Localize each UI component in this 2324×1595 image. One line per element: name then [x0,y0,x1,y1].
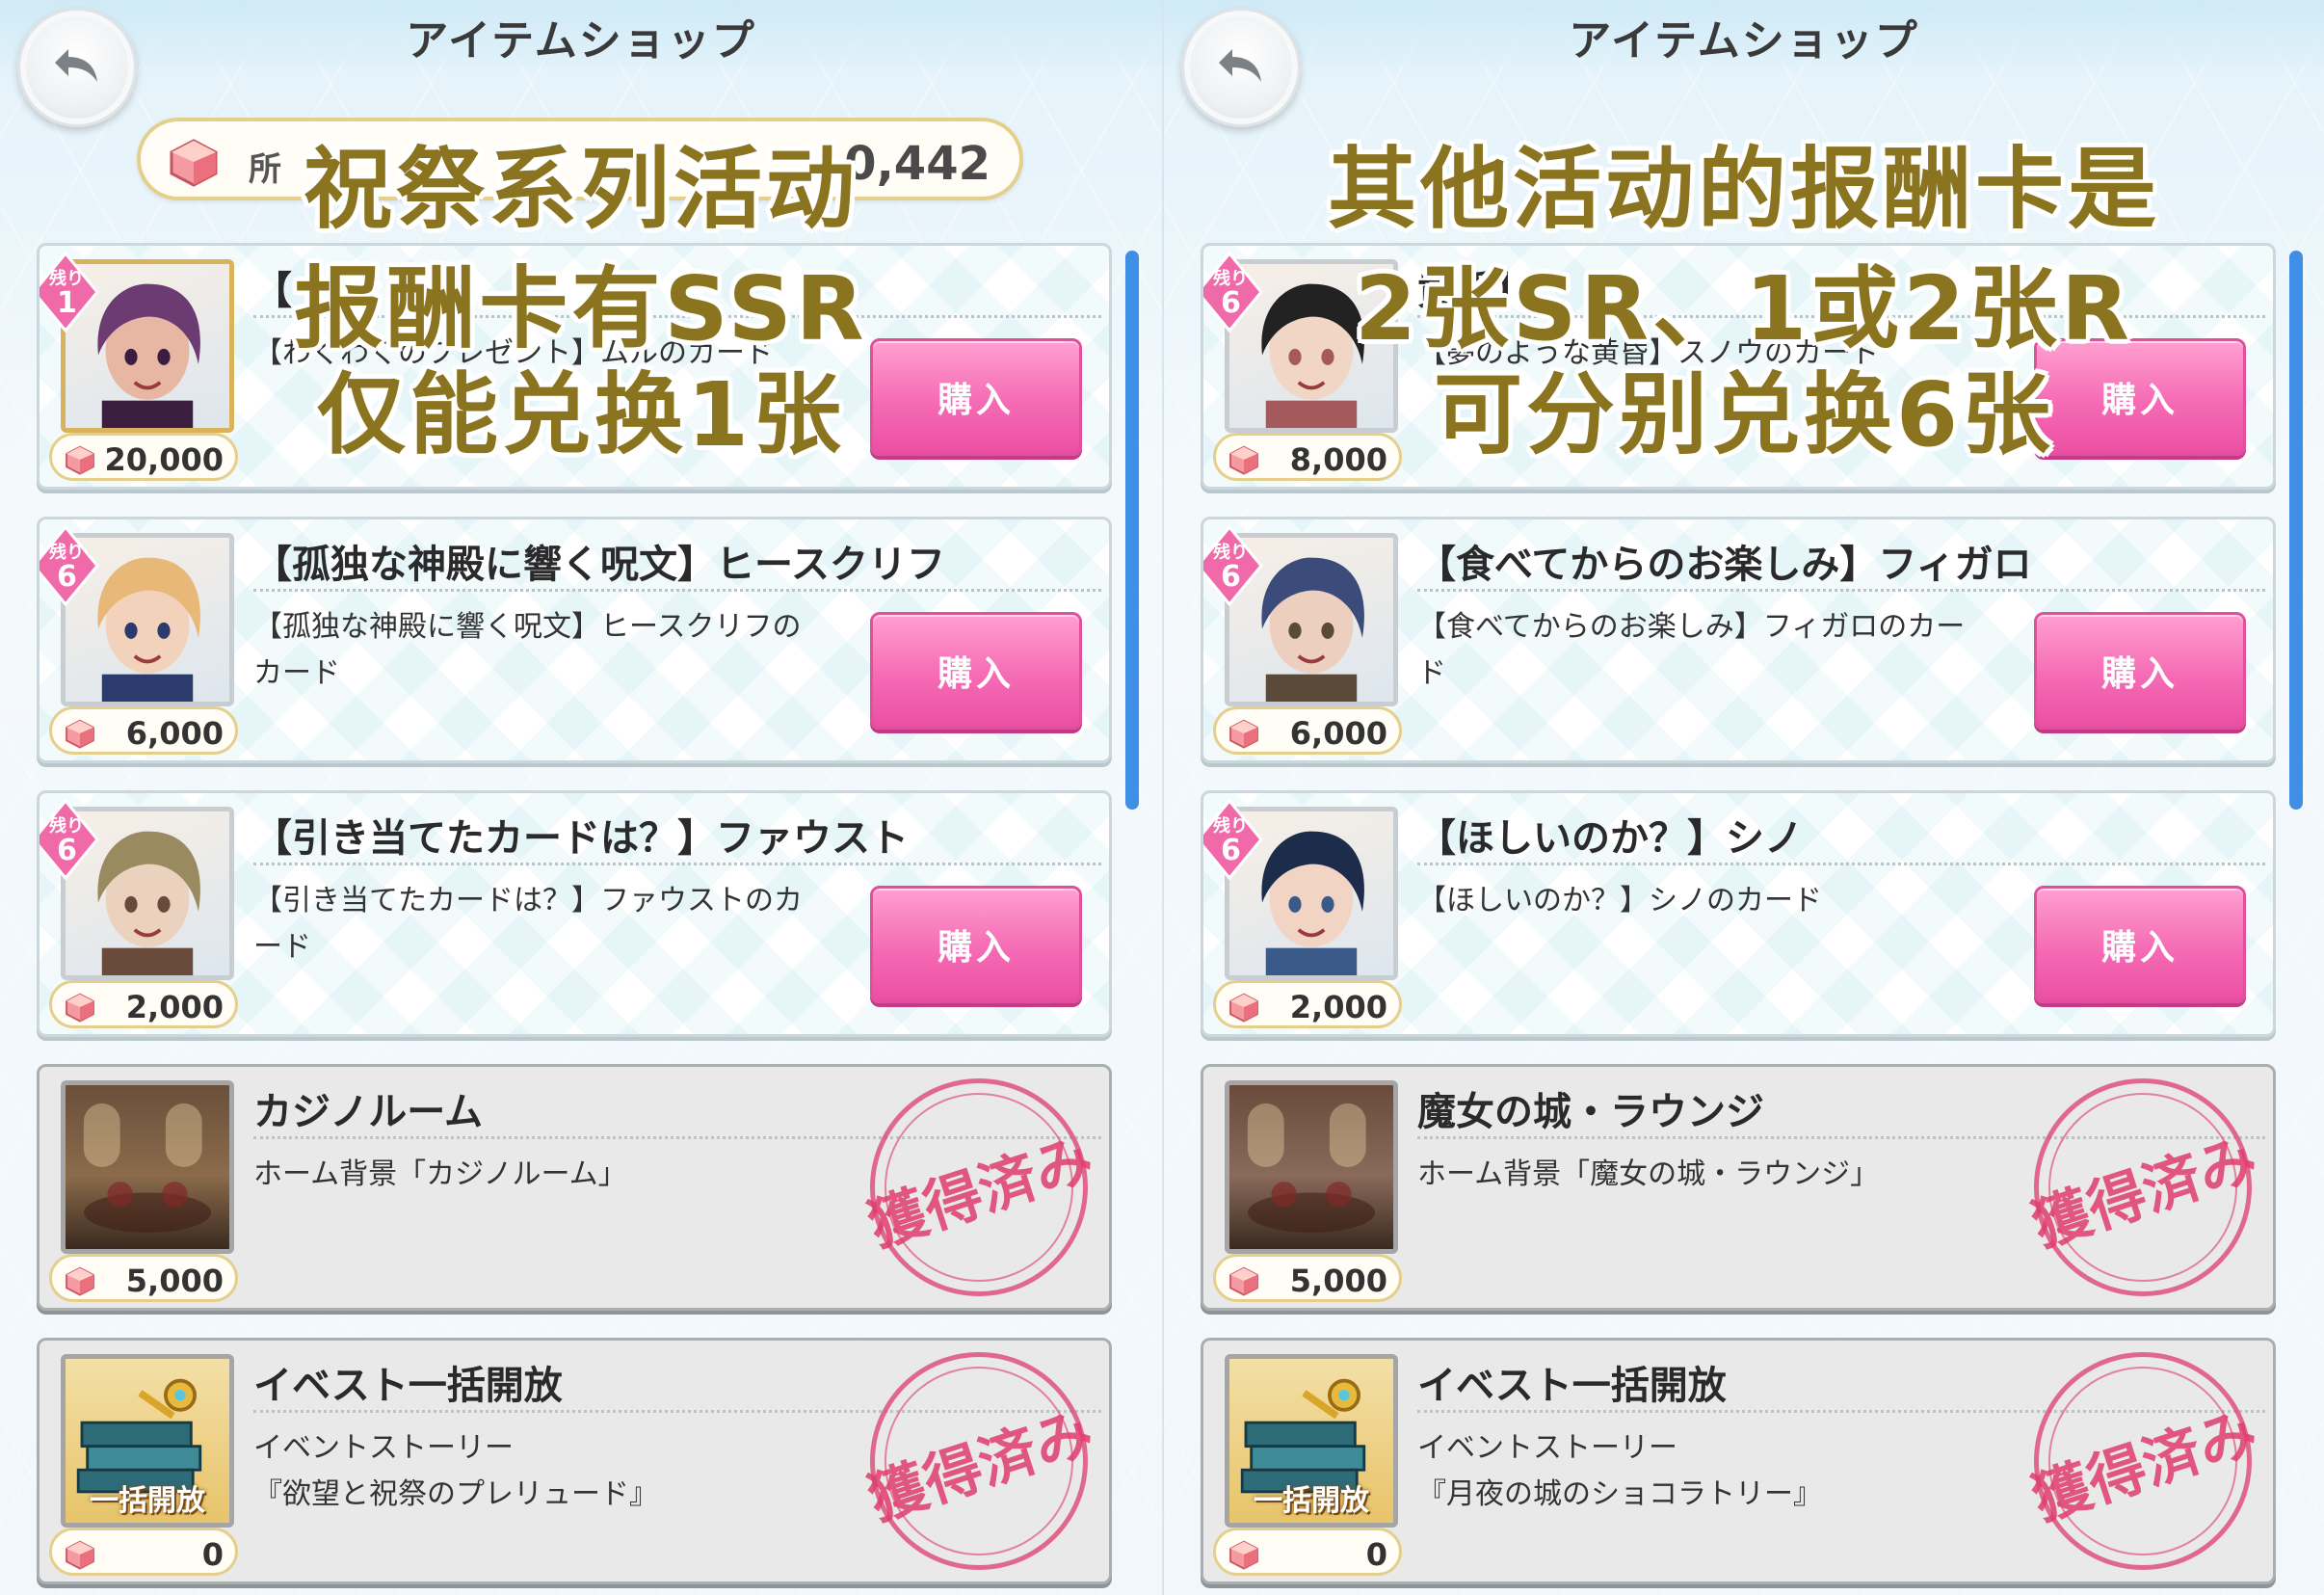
item-description: 【孤独な神殿に響く呪文】ヒースクリフのカード [253,610,802,690]
price-value: 2,000 [125,989,224,1025]
item-description: ホーム背景「魔女の城・ラウンジ」 [1417,1157,1880,1191]
shop-panel-left: アイテムショップ 所 0,442 残り 1 20,000 【【わくわくのプレゼント】ム… [0,0,1162,1595]
shop-item: 残り 6 6,000 【孤独な神殿に響く呪文】ヒースクリフ【孤独な神殿に響く呪文】ヒ… [37,517,1112,763]
annotation-overlay-line: 祝祭系列活动 [303,138,858,241]
divider [1417,589,2265,592]
price-value: 6,000 [125,715,224,752]
divider [253,589,1101,592]
gem-currency-icon [60,991,100,1023]
stamp-text: 獲得済み [859,1124,1101,1261]
price-value: 0 [1365,1536,1387,1573]
item-price: 6,000 [1213,706,1402,755]
gem-currency-icon [60,717,100,750]
buy-button[interactable]: 購入 [2034,612,2246,730]
item-thumbnail: 一括開放 [61,1354,234,1528]
remaining-count-badge: 残り 6 [1203,799,1263,880]
price-value: 5,000 [1289,1263,1387,1299]
page-title: アイテムショップ [406,16,756,66]
divider [1417,863,2265,865]
thumbnail-label: 一括開放 [90,1484,205,1518]
remaining-value: 6 [1221,560,1241,594]
item-description: イベントストーリー 『月夜の城のショコラトリー』 [1417,1431,1822,1511]
buy-button[interactable]: 購入 [870,612,1082,730]
item-price: 2,000 [49,980,238,1028]
item-title: 【引き当てたカードは？】ファウスト [253,816,909,861]
item-price: 0 [49,1528,238,1576]
remaining-count-badge: 残り 6 [1203,525,1263,606]
item-thumbnail: 一括開放 [1225,1354,1398,1528]
annotation-overlay-line: 其他活动的报酬卡是 [1327,138,2160,241]
gem-currency-icon [1224,1264,1264,1297]
item-thumbnail [61,1080,234,1254]
item-description: 【引き当てたカードは？】ファウストのカード [253,884,803,964]
item-title: 【食べてからのお楽しみ】フィガロ [1417,543,2032,587]
gem-currency-icon [1224,717,1264,750]
item-title: 【ほしいのか？】シノ [1417,816,1803,861]
item-price: 5,000 [1213,1254,1402,1302]
buy-button[interactable]: 購入 [870,886,1082,1003]
shop-item-owned: 5,000 魔女の城・ラウンジ ホーム背景「魔女の城・ラウンジ」 獲得済み [1201,1064,2276,1311]
item-title: 【孤独な神殿に響く呪文】ヒースクリフ [253,543,945,587]
remaining-value: 6 [57,560,77,594]
divider [253,863,1101,865]
item-price: 0 [1213,1528,1402,1576]
shop-item: 残り 6 2,000 【引き当てたカードは？】ファウスト【引き当てたカードは？】ファ… [37,790,1112,1037]
remaining-value: 6 [57,834,77,867]
item-description: ホーム背景「カジノルーム」 [253,1157,627,1191]
gem-currency-icon [1224,991,1264,1023]
remaining-count-badge: 残り 6 [40,525,99,606]
remaining-count-badge: 残り 6 [40,799,99,880]
stamp-text: 獲得済み [2023,1124,2265,1261]
price-value: 0 [201,1536,224,1573]
shop-item-owned: 一括開放 0 イベスト一括開放 イベントストーリー 『月夜の城のショコラトリー』 獲得… [1201,1338,2276,1584]
item-description: 【ほしいのか？】シノのカード [1417,884,1822,917]
item-price: 2,000 [1213,980,1402,1028]
gem-currency-icon [60,1538,100,1571]
app-root: アイテムショップ 所 0,442 残り 1 20,000 【【わくわくのプレゼント】ム… [0,0,2324,1595]
price-value: 2,000 [1289,989,1387,1025]
price-value: 6,000 [1289,715,1387,752]
remaining-value: 6 [1221,834,1241,867]
shop-panel-right: アイテムショップ 残り 6 8,000 黄昏】 【夢のような黄昏】スノウのカード 購入 … [1162,0,2324,1595]
price-value: 5,000 [125,1263,224,1299]
shop-item: 残り 6 6,000 【食べてからのお楽しみ】フィガロ【食べてからのお楽しみ】フィガ… [1201,517,2276,763]
item-thumbnail [1225,1080,1398,1254]
thumbnail-label: 一括開放 [1254,1484,1369,1518]
shop-item-owned: 一括開放 0 イベスト一括開放 イベントストーリー 『欲望と祝祭のプレリュード』 獲得… [37,1338,1112,1584]
gem-currency-icon [60,1264,100,1297]
background-image [1229,1085,1393,1249]
item-description: イベントストーリー 『欲望と祝祭のプレリュード』 [253,1431,658,1511]
shop-item-owned: 5,000 カジノルーム ホーム背景「カジノルーム」 獲得済み [37,1064,1112,1311]
stamp-text: 獲得済み [2023,1397,2265,1534]
page-title: アイテムショップ [1569,16,1919,66]
stamp-text: 獲得済み [859,1397,1101,1534]
buy-button[interactable]: 購入 [2034,886,2246,1003]
item-price: 6,000 [49,706,238,755]
item-description: 【食べてからのお楽しみ】フィガロのカード [1417,610,1966,690]
shop-item: 残り 6 2,000 【ほしいのか？】シノ【ほしいのか？】シノのカード 購入 [1201,790,2276,1037]
background-image [66,1085,229,1249]
gem-currency-icon [1224,1538,1264,1571]
annotation-overlay-line: 可分别兑换6张 [1433,363,2054,466]
item-price: 5,000 [49,1254,238,1302]
annotation-overlay-line: 仅能兑换1张 [316,363,845,466]
